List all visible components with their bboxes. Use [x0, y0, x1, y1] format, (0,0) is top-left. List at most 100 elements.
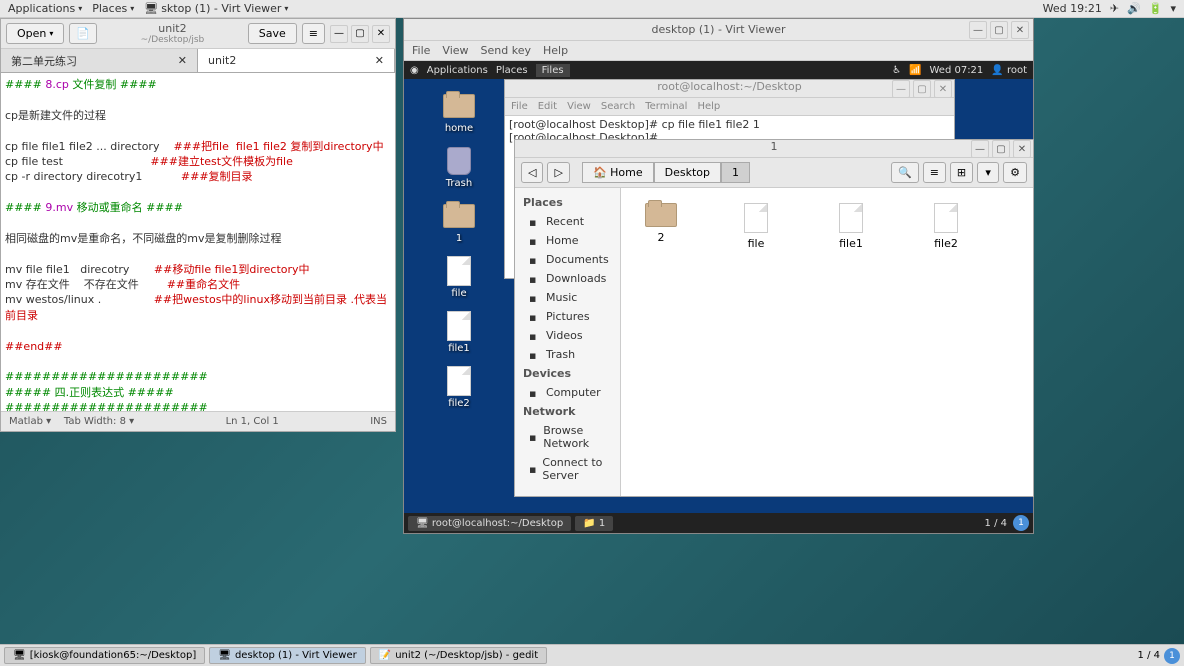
maximize-button[interactable]: ▢ — [992, 140, 1010, 158]
sidebar-item-music[interactable]: ▪Music — [515, 288, 620, 307]
applications-menu[interactable]: Applications ▾ — [8, 2, 82, 15]
guest-clock[interactable]: Wed 07:21 — [929, 65, 983, 76]
maximize-button[interactable]: ▢ — [913, 80, 931, 98]
guest-user[interactable]: 👤 root — [991, 65, 1027, 76]
workspace-badge[interactable]: 1 — [1013, 515, 1029, 531]
gedit-editor[interactable]: #### 8.cp 文件复制 #### cp是新建文件的过程 cp file f… — [1, 73, 395, 411]
close-button[interactable]: ✕ — [1013, 140, 1031, 158]
gedit-title: unit2 ~/Desktop/jsb — [102, 22, 243, 45]
minimize-button[interactable]: — — [330, 25, 348, 43]
gedit-titlebar: Open ▾ 📄 unit2 ~/Desktop/jsb Save ≡ — ▢ … — [1, 19, 395, 49]
term-menu-edit[interactable]: Edit — [538, 101, 557, 112]
sidebar-item-documents[interactable]: ▪Documents — [515, 250, 620, 269]
network-icon[interactable]: 📶 — [909, 65, 921, 76]
path-1[interactable]: 1 — [721, 162, 750, 183]
menu-view[interactable]: View — [442, 44, 468, 57]
tab-width-selector[interactable]: Tab Width: 8 — [64, 416, 126, 427]
minimize-button[interactable]: — — [969, 21, 987, 39]
back-button[interactable]: ◁ — [521, 162, 543, 183]
places-menu[interactable]: Places ▾ — [92, 2, 134, 15]
term-menu-file[interactable]: File — [511, 101, 528, 112]
close-tab-icon[interactable]: ✕ — [178, 54, 187, 67]
view-grid-button[interactable]: ⊞ — [950, 162, 973, 183]
menu-sendkey[interactable]: Send key — [481, 44, 531, 57]
search-button[interactable]: 🔍 — [891, 162, 919, 183]
sidebar-item-downloads[interactable]: ▪Downloads — [515, 269, 620, 288]
settings-button[interactable]: ⚙ — [1003, 162, 1027, 183]
sidebar-item-browse-network[interactable]: ▪Browse Network — [515, 421, 620, 453]
view-options-button[interactable]: ▾ — [977, 162, 999, 183]
desktop-icon-home[interactable]: home — [434, 91, 484, 134]
term-menu-help[interactable]: Help — [697, 101, 720, 112]
menu-file[interactable]: File — [412, 44, 430, 57]
desktop-icon-1[interactable]: 1 — [434, 201, 484, 244]
path-home[interactable]: 🏠 Home — [582, 162, 654, 183]
maximize-button[interactable]: ▢ — [351, 25, 369, 43]
battery-icon[interactable]: 🔋 — [1149, 2, 1163, 15]
files-sidebar: Places▪Recent▪Home▪Documents▪Downloads▪M… — [515, 188, 621, 496]
files-toolbar: ◁ ▷ 🏠 Home Desktop 1 🔍 ≡ ⊞ ▾ ⚙ — [515, 158, 1033, 188]
taskbar-virt[interactable]: 🖥 desktop (1) - Virt Viewer — [209, 647, 366, 664]
workspace-indicator[interactable]: 1 / 4 — [1138, 650, 1160, 661]
power-icon[interactable]: ▾ — [1170, 2, 1176, 15]
close-tab-icon[interactable]: ✕ — [375, 54, 384, 67]
tab-2[interactable]: unit2✕ — [198, 49, 395, 72]
file-item-file2[interactable]: file2 — [921, 203, 971, 250]
desktop-icon-file1[interactable]: file1 — [434, 311, 484, 354]
workspace-indicator[interactable]: 1 / 4 — [985, 518, 1007, 529]
volume-icon[interactable]: 🔊 — [1127, 2, 1141, 15]
guest-desktop[interactable]: ◉ Applications Places Files ♿ 📶 Wed 07:2… — [404, 61, 1033, 533]
new-button[interactable]: 📄 — [69, 23, 97, 44]
guest-applications-menu[interactable]: Applications — [427, 65, 488, 76]
save-button[interactable]: Save — [248, 23, 297, 44]
cursor-position: Ln 1, Col 1 — [226, 416, 279, 427]
desktop-icon-Trash[interactable]: Trash — [434, 146, 484, 189]
insert-mode: INS — [370, 416, 387, 427]
term-menu-terminal[interactable]: Terminal — [645, 101, 687, 112]
taskbar-terminal[interactable]: 🖥 [kiosk@foundation65:~/Desktop] — [4, 647, 205, 664]
files-main[interactable]: 2 file file1 file2 — [621, 188, 1033, 496]
taskbar-gedit[interactable]: 📝 unit2 (~/Desktop/jsb) - gedit — [370, 647, 547, 664]
a11y-icon[interactable]: ♿ — [892, 65, 901, 76]
close-button[interactable]: ✕ — [1011, 21, 1029, 39]
sidebar-item-home[interactable]: ▪Home — [515, 231, 620, 250]
file-item-file[interactable]: file — [731, 203, 781, 250]
sidebar-item-recent[interactable]: ▪Recent — [515, 212, 620, 231]
app-menu[interactable]: 🖥 sktop (1) - Virt Viewer ▾ — [144, 2, 288, 15]
terminal-menubar: File Edit View Search Terminal Help — [505, 98, 954, 116]
clock[interactable]: Wed 19:21 — [1043, 2, 1102, 15]
workspace-badge[interactable]: 1 — [1164, 648, 1180, 664]
view-list-button[interactable]: ≡ — [923, 162, 946, 183]
airplane-icon[interactable]: ✈ — [1110, 2, 1119, 15]
term-menu-view[interactable]: View — [567, 101, 591, 112]
close-button[interactable]: ✕ — [372, 25, 390, 43]
sidebar-item-videos[interactable]: ▪Videos — [515, 326, 620, 345]
path-desktop[interactable]: Desktop — [654, 162, 721, 183]
guest-places-menu[interactable]: Places — [496, 65, 528, 76]
taskbar-terminal[interactable]: 🖥 root@localhost:~/Desktop — [408, 516, 571, 531]
guest-top-panel: ◉ Applications Places Files ♿ 📶 Wed 07:2… — [404, 61, 1033, 79]
menu-help[interactable]: Help — [543, 44, 568, 57]
taskbar-files[interactable]: 📁 1 — [575, 516, 613, 531]
gedit-window: Open ▾ 📄 unit2 ~/Desktop/jsb Save ≡ — ▢ … — [0, 18, 396, 432]
gedit-tabs: 第二单元练习✕ unit2✕ — [1, 49, 395, 73]
minimize-button[interactable]: — — [892, 80, 910, 98]
tab-1[interactable]: 第二单元练习✕ — [1, 49, 198, 72]
sidebar-item-trash[interactable]: ▪Trash — [515, 345, 620, 364]
sidebar-item-computer[interactable]: ▪Computer — [515, 383, 620, 402]
open-button[interactable]: Open ▾ — [6, 23, 64, 44]
term-menu-search[interactable]: Search — [601, 101, 635, 112]
maximize-button[interactable]: ▢ — [990, 21, 1008, 39]
forward-button[interactable]: ▷ — [547, 162, 569, 183]
desktop-icon-file2[interactable]: file2 — [434, 366, 484, 409]
close-button[interactable]: ✕ — [934, 80, 952, 98]
guest-files-menu[interactable]: Files — [536, 64, 570, 77]
file-item-2[interactable]: 2 — [636, 203, 686, 244]
syntax-selector[interactable]: Matlab — [9, 416, 43, 427]
file-item-file1[interactable]: file1 — [826, 203, 876, 250]
sidebar-item-connect-to-server[interactable]: ▪Connect to Server — [515, 453, 620, 485]
desktop-icon-file[interactable]: file — [434, 256, 484, 299]
menu-button[interactable]: ≡ — [302, 23, 325, 44]
minimize-button[interactable]: — — [971, 140, 989, 158]
sidebar-item-pictures[interactable]: ▪Pictures — [515, 307, 620, 326]
